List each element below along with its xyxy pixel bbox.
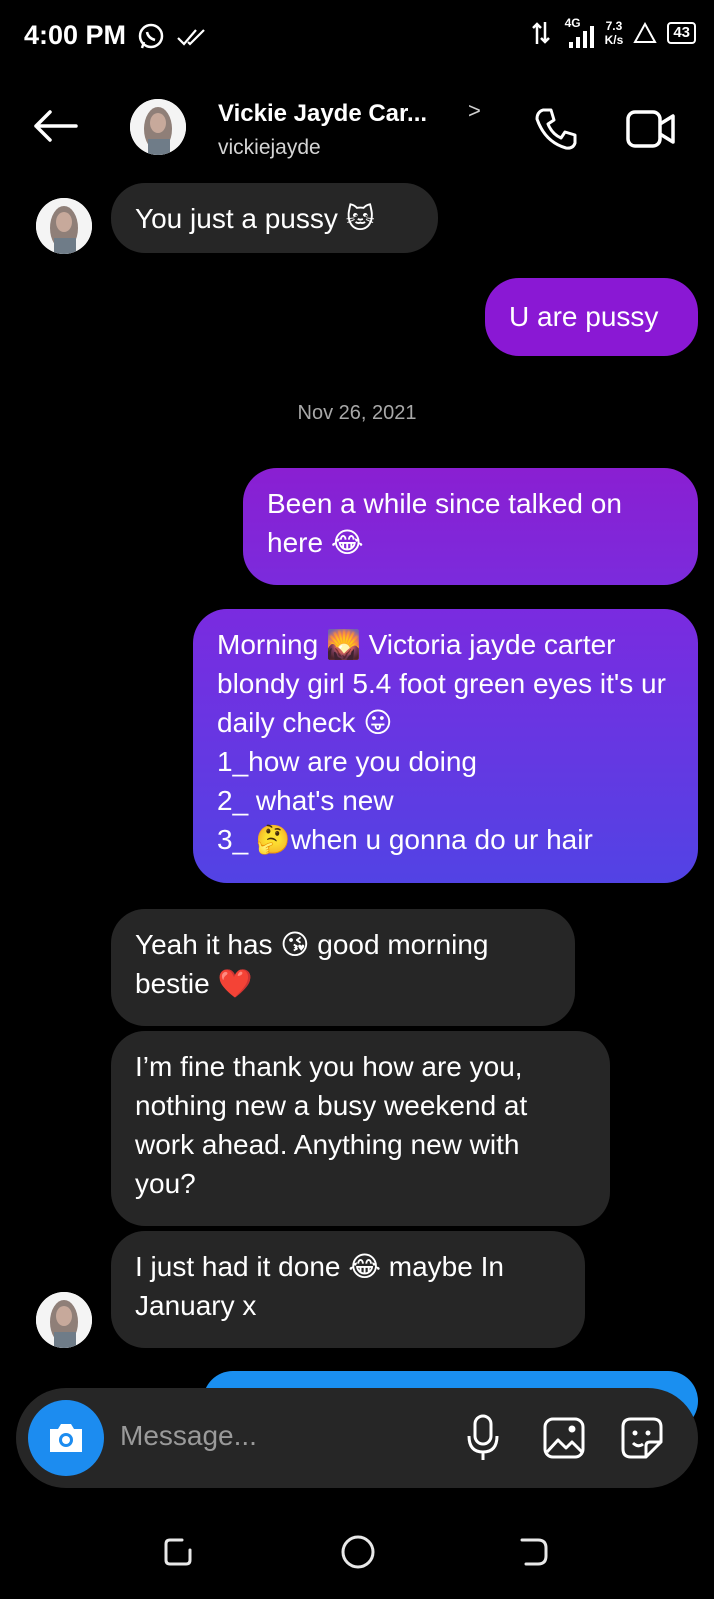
message-bubble-outgoing[interactable]: U are pussy [485,278,698,356]
message-avatar[interactable] [36,198,92,254]
back-arrow-icon[interactable] [32,110,78,142]
status-right: 4G 7.3 K/s 43 [531,16,696,48]
status-bar: 4:00 PM 4G 7.3 K/s 43 [0,0,714,75]
message-bubble-incoming[interactable]: I just had it done 😂 maybe In January x [111,1231,585,1348]
sticker-icon[interactable] [620,1416,664,1460]
warning-icon [633,22,658,43]
whatsapp-icon [138,23,164,49]
signal-icon: 4G [561,16,595,48]
data-arrows-icon [531,22,550,44]
header-avatar[interactable] [130,99,186,155]
system-nav-bar [0,1500,714,1599]
video-icon[interactable] [625,108,677,150]
contact-username[interactable]: vickiejayde [218,136,321,160]
message-input[interactable]: Message... [120,1420,257,1452]
contact-name[interactable]: Vickie Jayde Car... [218,100,427,128]
date-separator: Nov 26, 2021 [297,402,417,424]
camera-button[interactable] [28,1400,104,1476]
back-nav-icon[interactable] [518,1536,550,1568]
battery-indicator: 43 [667,22,696,44]
gallery-icon[interactable] [542,1416,586,1460]
message-composer[interactable]: Message... [16,1388,698,1488]
status-time: 4:00 PM [24,20,127,50]
microphone-icon[interactable] [466,1414,500,1462]
message-bubble-incoming[interactable]: Yeah it has 😘 good morning bestie ❤️ [111,909,575,1026]
net-speed: 7.3 K/s [604,19,624,47]
double-check-icon [177,29,205,46]
recents-icon[interactable] [162,1536,194,1568]
camera-icon [50,1424,82,1452]
message-bubble-incoming[interactable]: I’m fine thank you how are you, nothing … [111,1031,610,1226]
message-bubble-outgoing[interactable]: Morning 🌄 Victoria jayde carter blondy g… [193,609,698,883]
phone-icon[interactable] [533,106,579,152]
message-avatar[interactable] [36,1292,92,1348]
chevron-right-icon[interactable]: > [468,98,481,124]
message-bubble-incoming[interactable]: You just a pussy 🐱 [111,183,438,253]
message-bubble-outgoing[interactable]: Been a while since talked on here 😂 [243,468,698,585]
home-icon[interactable] [340,1534,376,1570]
